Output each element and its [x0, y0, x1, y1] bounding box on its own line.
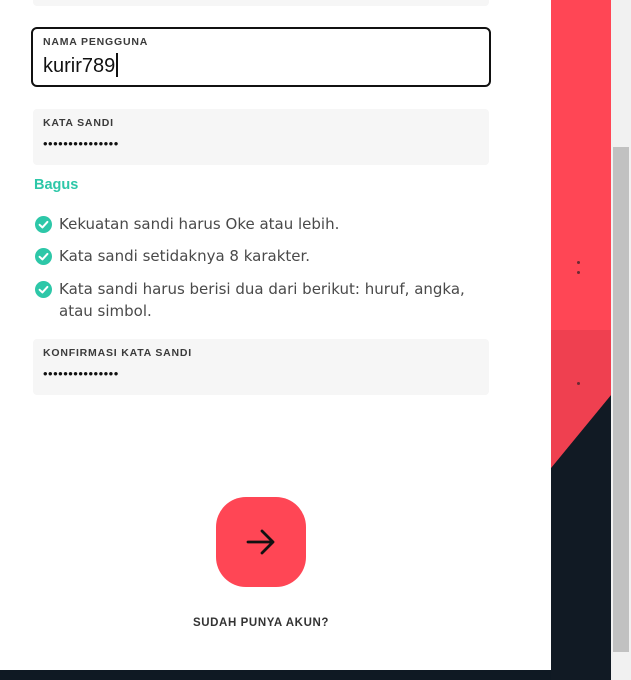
password-rule-text: Kekuatan sandi harus Oke atau lebih. — [59, 215, 340, 233]
password-rule: Kekuatan sandi harus Oke atau lebih. — [35, 213, 495, 235]
username-value: kurir789 — [43, 55, 116, 77]
confirm-password-field[interactable]: KONFIRMASI KATA SANDI ••••••••••••••• — [33, 339, 489, 395]
text-caret — [116, 53, 118, 77]
decorative-dot — [577, 382, 580, 385]
check-circle-icon — [35, 248, 52, 265]
password-label: KATA SANDI — [43, 117, 114, 129]
password-rule-text: Kata sandi setidaknya 8 karakter. — [59, 247, 311, 265]
page-scrollbar[interactable] — [611, 0, 631, 680]
arrow-right-icon — [246, 529, 275, 555]
password-strength-label: Bagus — [34, 177, 79, 193]
password-field[interactable]: KATA SANDI ••••••••••••••• — [33, 109, 489, 165]
password-rule-text: Kata sandi harus berisi dua dari berikut… — [59, 280, 465, 320]
password-input[interactable]: ••••••••••••••• — [43, 136, 119, 151]
password-rule: Kata sandi setidaknya 8 karakter. — [35, 245, 495, 267]
check-circle-icon — [35, 216, 52, 233]
confirm-password-label: KONFIRMASI KATA SANDI — [43, 347, 193, 359]
scrollbar-thumb[interactable] — [613, 147, 629, 652]
previous-field-partial[interactable] — [33, 0, 489, 6]
username-field[interactable]: NAMA PENGGUNA kurir789 — [31, 27, 491, 87]
decorative-shapes — [551, 0, 611, 680]
signup-screen: NAMA PENGGUNA kurir789 KATA SANDI ••••••… — [0, 0, 631, 680]
decorative-background-art — [551, 0, 611, 680]
signup-form-panel: NAMA PENGGUNA kurir789 KATA SANDI ••••••… — [0, 0, 551, 670]
decorative-dot — [577, 271, 580, 274]
have-account-link[interactable]: SUDAH PUNYA AKUN? — [0, 617, 522, 629]
username-label: NAMA PENGGUNA — [43, 36, 149, 48]
submit-button[interactable] — [216, 497, 306, 587]
check-circle-icon — [35, 281, 52, 298]
username-input[interactable]: kurir789 — [43, 53, 118, 78]
confirm-password-input[interactable]: ••••••••••••••• — [43, 366, 119, 381]
decorative-dot — [577, 261, 580, 264]
password-rule: Kata sandi harus berisi dua dari berikut… — [35, 278, 495, 322]
